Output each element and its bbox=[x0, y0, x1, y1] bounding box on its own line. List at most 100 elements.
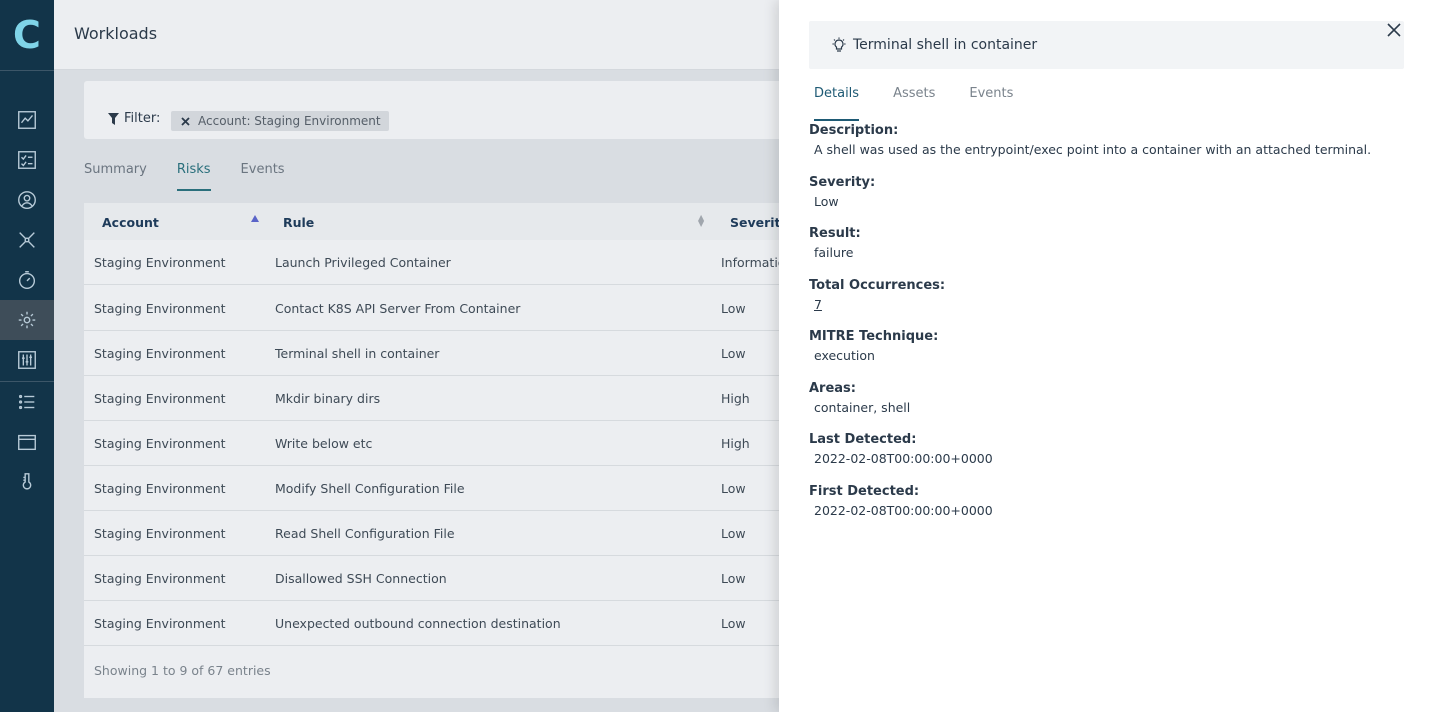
main-tabs: Summary Risks Events bbox=[84, 162, 315, 191]
cell-rule: Mkdir binary dirs bbox=[275, 391, 381, 406]
remove-filter-icon[interactable] bbox=[181, 116, 190, 126]
field-label: Last Detected: bbox=[809, 432, 917, 447]
nav-workloads[interactable] bbox=[0, 300, 54, 340]
filter-bar: Filter: Account: Staging Environment bbox=[84, 81, 804, 139]
table-row[interactable]: Staging Environment Modify Shell Configur… bbox=[84, 466, 804, 511]
tab-assets[interactable]: Assets bbox=[893, 86, 935, 121]
pagination-info: Showing 1 to 9 of 67 entries bbox=[94, 663, 271, 678]
field-severity: Severity: Low bbox=[809, 175, 875, 209]
integration-icon bbox=[22, 473, 32, 490]
nav-list[interactable] bbox=[0, 382, 54, 422]
column-header-account[interactable]: Account bbox=[102, 215, 159, 230]
tab-summary[interactable]: Summary bbox=[84, 162, 147, 191]
cell-rule: Read Shell Configuration File bbox=[275, 526, 455, 541]
table-row[interactable]: Staging Environment Contact K8S API Serve… bbox=[84, 286, 804, 331]
stopwatch-icon bbox=[18, 271, 36, 289]
cell-account: Staging Environment bbox=[94, 481, 226, 496]
filter-label: Filter: bbox=[108, 111, 160, 126]
window-icon bbox=[18, 434, 36, 451]
table-row[interactable]: Staging Environment Unexpected outbound c… bbox=[84, 601, 804, 646]
field-value: 2022-02-08T00:00:00+0000 bbox=[814, 451, 993, 466]
nav-settings[interactable] bbox=[0, 340, 54, 380]
field-value: failure bbox=[814, 245, 854, 260]
filter-icon bbox=[108, 112, 119, 125]
nav-compliance[interactable] bbox=[0, 140, 54, 180]
column-header-rule[interactable]: Rule bbox=[283, 215, 314, 230]
field-mitre-technique: MITRE Technique: execution bbox=[809, 329, 938, 363]
cell-rule: Contact K8S API Server From Container bbox=[275, 301, 521, 316]
cell-severity: Low bbox=[721, 301, 746, 316]
cell-account: Staging Environment bbox=[94, 255, 226, 270]
table-header: Account Rule ▲ ▼ Severity bbox=[84, 203, 804, 240]
cell-severity: Low bbox=[721, 346, 746, 361]
panel-header: Terminal shell in container bbox=[809, 21, 1404, 69]
cell-rule: Unexpected outbound connection destinati… bbox=[275, 616, 561, 631]
panel-title: Terminal shell in container bbox=[853, 37, 1038, 53]
field-label: Total Occurrences: bbox=[809, 278, 946, 293]
table-row[interactable]: Staging Environment Disallowed SSH Connec… bbox=[84, 556, 804, 601]
nav-divider bbox=[0, 70, 54, 71]
field-label: Description: bbox=[809, 123, 899, 138]
field-value: execution bbox=[814, 348, 875, 363]
table-row[interactable]: Staging Environment Launch Privileged Con… bbox=[84, 240, 804, 285]
tab-risks[interactable]: Risks bbox=[176, 162, 211, 191]
cell-severity: Low bbox=[721, 616, 746, 631]
field-value: 2022-02-08T00:00:00+0000 bbox=[814, 503, 993, 518]
user-icon bbox=[18, 191, 36, 209]
table-row[interactable]: Staging Environment Mkdir binary dirs High bbox=[84, 376, 804, 421]
cell-rule: Launch Privileged Container bbox=[275, 255, 451, 270]
filter-label-text: Filter: bbox=[124, 111, 161, 126]
field-label: First Detected: bbox=[809, 484, 920, 499]
cell-account: Staging Environment bbox=[94, 301, 226, 316]
cell-rule: Terminal shell in container bbox=[275, 346, 440, 361]
close-icon[interactable] bbox=[1387, 23, 1401, 37]
lightbulb-icon bbox=[832, 37, 846, 52]
filter-chip[interactable]: Account: Staging Environment bbox=[171, 111, 389, 131]
chart-icon bbox=[18, 111, 36, 129]
cell-severity: High bbox=[721, 436, 750, 451]
field-label: Severity: bbox=[809, 175, 876, 190]
workloads-icon bbox=[18, 311, 36, 329]
close-button[interactable] bbox=[1387, 22, 1405, 40]
field-result: Result: failure bbox=[809, 226, 861, 260]
field-label: Result: bbox=[809, 226, 861, 241]
page-title: Workloads bbox=[74, 24, 158, 43]
tab-events[interactable]: Events bbox=[241, 162, 285, 191]
occurrences-link[interactable]: 7 bbox=[814, 297, 945, 312]
checklist-icon bbox=[18, 151, 36, 169]
nav-integrations[interactable] bbox=[0, 462, 54, 502]
list-icon bbox=[18, 394, 35, 410]
cell-account: Staging Environment bbox=[94, 346, 226, 361]
app-logo[interactable]: C bbox=[0, 0, 54, 70]
field-first-detected: First Detected: 2022-02-08T00:00:00+0000 bbox=[809, 484, 993, 518]
nav-reports[interactable] bbox=[0, 422, 54, 462]
cell-account: Staging Environment bbox=[94, 616, 226, 631]
tab-details[interactable]: Details bbox=[814, 86, 860, 121]
risks-table: Account Rule ▲ ▼ Severity Staging Environ… bbox=[84, 203, 804, 698]
nav-activity[interactable] bbox=[0, 260, 54, 300]
cell-account: Staging Environment bbox=[94, 436, 226, 451]
sliders-icon bbox=[18, 351, 36, 369]
filter-chip-label: Account: Staging Environment bbox=[198, 114, 381, 128]
table-row[interactable]: Staging Environment Read Shell Configurat… bbox=[84, 511, 804, 556]
table-row[interactable]: Staging Environment Write below etc High bbox=[84, 421, 804, 466]
table-row[interactable]: Staging Environment Terminal shell in con… bbox=[84, 331, 804, 376]
cell-severity: Low bbox=[721, 481, 746, 496]
cell-rule: Disallowed SSH Connection bbox=[275, 571, 447, 586]
cell-severity: High bbox=[721, 391, 750, 406]
field-description: Description: A shell was used as the ent… bbox=[809, 123, 1371, 157]
cell-severity: Low bbox=[721, 526, 746, 541]
sort-icon[interactable]: ▲ ▼ bbox=[698, 214, 704, 228]
field-areas: Areas: container, shell bbox=[809, 381, 910, 415]
panel-tabs: Details Assets Events bbox=[814, 86, 1047, 121]
field-label: MITRE Technique: bbox=[809, 329, 939, 344]
cell-account: Staging Environment bbox=[94, 391, 226, 406]
nav-network[interactable] bbox=[0, 220, 54, 260]
nav-identity[interactable] bbox=[0, 180, 54, 220]
field-last-detected: Last Detected: 2022-02-08T00:00:00+0000 bbox=[809, 432, 993, 466]
cell-account: Staging Environment bbox=[94, 571, 226, 586]
nav-dashboard[interactable] bbox=[0, 100, 54, 140]
cell-severity: Low bbox=[721, 571, 746, 586]
sort-ascending-icon[interactable] bbox=[251, 215, 259, 222]
tab-events[interactable]: Events bbox=[969, 86, 1013, 121]
